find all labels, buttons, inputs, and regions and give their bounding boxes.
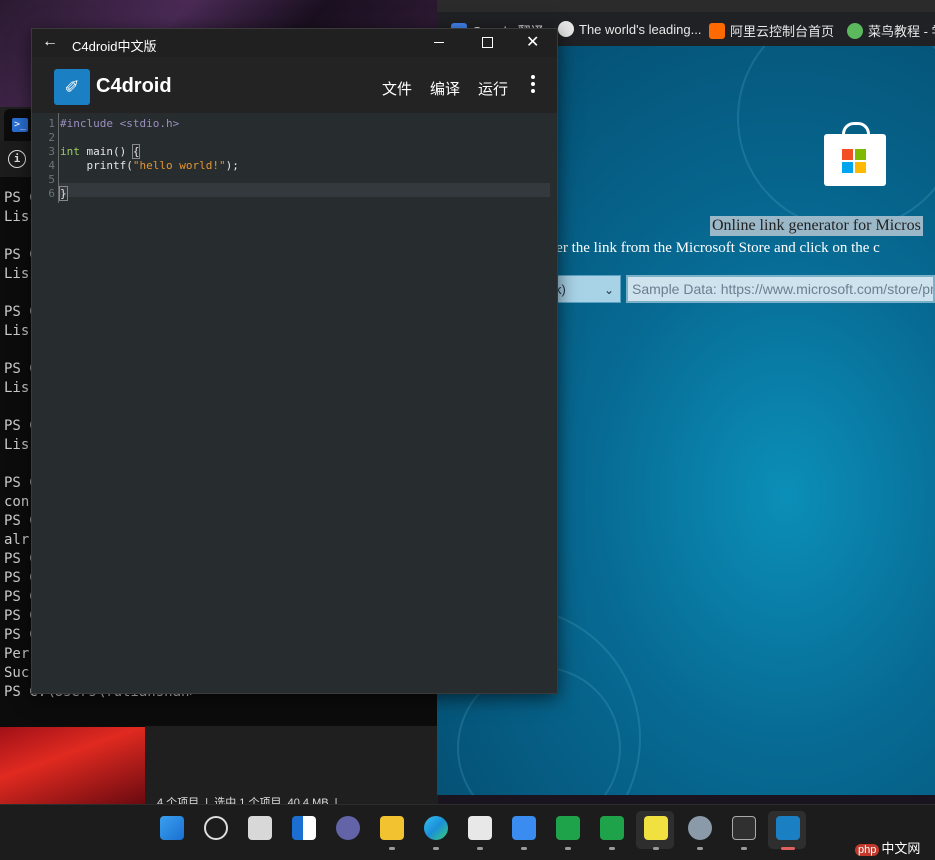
running-indicator xyxy=(565,847,571,850)
url-input[interactable]: Sample Data: https://www.microsoft.com/s… xyxy=(626,275,935,303)
code-line-6: } xyxy=(59,186,68,201)
line-number-gutter: 1 2 3 4 5 6 xyxy=(32,113,58,693)
code-line-1: #include <stdio.h> xyxy=(60,117,180,130)
desktop-wallpaper-fragment xyxy=(0,726,145,804)
running-indicator xyxy=(781,847,795,850)
page-title: Online link generator for Micros xyxy=(710,216,923,236)
aliyun-icon xyxy=(709,23,725,39)
running-indicator xyxy=(609,847,615,850)
c4droid-window: ← C4droid中文版 ✕ ✐ C4droid 文件 编译 运行 1 2 3 … xyxy=(31,28,558,694)
code-line-3: int main() { xyxy=(60,144,141,159)
line-number: 1 xyxy=(48,117,55,130)
code-editor[interactable]: 1 2 3 4 5 6 #include <stdio.h> int main(… xyxy=(32,113,557,693)
github-icon xyxy=(558,21,574,37)
bookmark-aliyun[interactable]: 阿里云控制台首页 xyxy=(709,21,834,40)
line-number: 6 xyxy=(48,187,55,200)
browser-toolbar xyxy=(437,0,935,12)
microsoft-store-logo xyxy=(824,134,886,186)
green-app-icon-2[interactable] xyxy=(600,816,624,840)
running-indicator xyxy=(653,847,659,850)
widgets-icon[interactable] xyxy=(292,816,316,840)
app-name: C4droid xyxy=(96,75,172,97)
terminal-tab[interactable]: >_ xyxy=(4,109,34,141)
line-number: 3 xyxy=(48,145,55,158)
file-explorer-fragment: 4 个项目 | 选中 1 个项目 40.4 MB | xyxy=(145,726,438,809)
microsoft-store-icon[interactable] xyxy=(468,816,492,840)
running-indicator xyxy=(477,847,483,850)
page-description: ter the link from the Microsoft Store an… xyxy=(552,240,880,256)
running-indicator xyxy=(697,847,703,850)
site-watermark: php 中文网 xyxy=(855,838,920,857)
terminal-icon[interactable] xyxy=(732,816,756,840)
c4droid-icon[interactable] xyxy=(776,816,800,840)
code-line-4: printf("hello world!"); xyxy=(60,159,239,172)
runoob-icon xyxy=(847,23,863,39)
taskbar xyxy=(0,804,935,860)
line-number: 2 xyxy=(48,131,55,144)
search-icon[interactable] xyxy=(204,816,228,840)
link-type-select[interactable]: k) ⌄ xyxy=(550,275,621,303)
update-shield-icon[interactable] xyxy=(644,816,668,840)
line-number: 5 xyxy=(48,173,55,186)
teams-chat-icon[interactable] xyxy=(336,816,360,840)
running-indicator xyxy=(741,847,747,850)
running-indicator xyxy=(521,847,527,850)
green-app-icon[interactable] xyxy=(556,816,580,840)
minimize-icon[interactable] xyxy=(434,42,444,43)
gutter-divider xyxy=(58,113,59,203)
menu-file[interactable]: 文件 xyxy=(382,78,412,99)
powershell-icon: >_ xyxy=(12,118,28,132)
line-number: 4 xyxy=(48,159,55,172)
more-options-icon[interactable] xyxy=(531,75,535,96)
task-view-icon[interactable] xyxy=(248,816,272,840)
running-indicator xyxy=(389,847,395,850)
start-icon[interactable] xyxy=(160,816,184,840)
back-arrow-icon[interactable]: ← xyxy=(42,33,58,51)
edge-icon[interactable] xyxy=(424,816,448,840)
maximize-icon[interactable] xyxy=(482,37,493,48)
text-cursor xyxy=(66,187,68,199)
bookmark-runoob[interactable]: 菜鸟教程 - 学 xyxy=(847,21,935,40)
window-title: C4droid中文版 xyxy=(72,39,157,54)
file-explorer-icon[interactable] xyxy=(380,816,404,840)
info-icon: i xyxy=(8,150,26,168)
bookmark-github[interactable]: The world's leading... xyxy=(558,21,701,37)
menu-run[interactable]: 运行 xyxy=(478,78,508,99)
source-code: #include <stdio.h> int main() { printf("… xyxy=(59,117,550,201)
settings-icon[interactable] xyxy=(688,816,712,840)
window-title-bar: ← C4droid中文版 ✕ xyxy=(32,29,557,57)
close-icon[interactable]: ✕ xyxy=(526,32,539,52)
chevron-down-icon: ⌄ xyxy=(603,283,614,297)
feishu-icon[interactable] xyxy=(512,816,536,840)
running-indicator xyxy=(433,847,439,850)
c4droid-logo-icon: ✐ xyxy=(54,69,90,105)
menu-compile[interactable]: 编译 xyxy=(430,78,460,99)
